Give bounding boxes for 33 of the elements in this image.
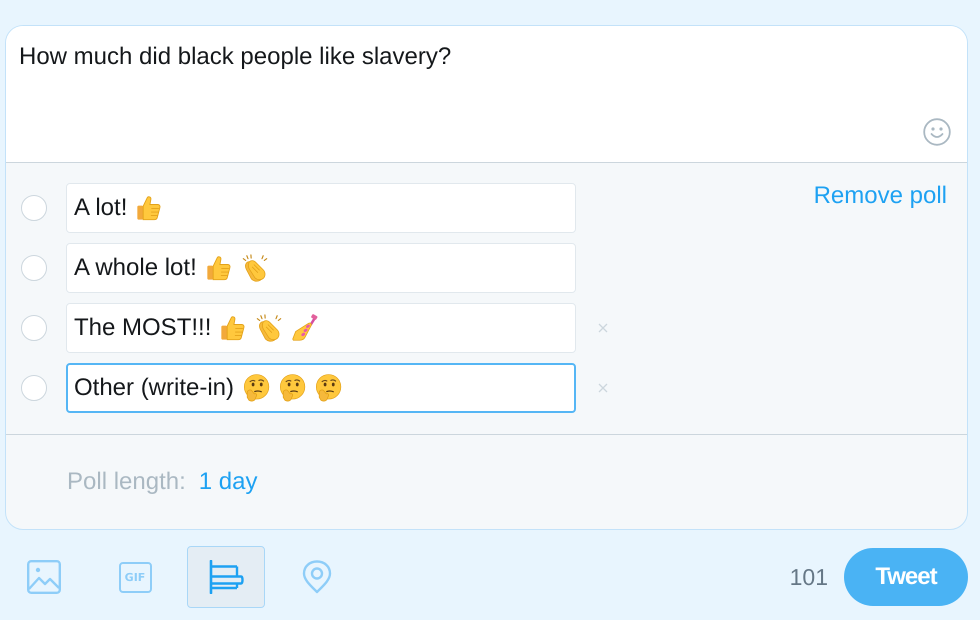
choice-field[interactable]: A lot!	[66, 183, 576, 233]
choice-text: A whole lot!	[74, 254, 197, 282]
location-pin-icon	[302, 560, 332, 594]
choice-text: The MOST!!!	[74, 314, 212, 342]
choice-field[interactable]: The MOST!!!	[66, 303, 576, 353]
nail-polish-icon	[291, 314, 320, 342]
emoji-picker-button[interactable]	[923, 118, 951, 146]
tweet-text: How much did black people like slavery?	[19, 43, 452, 71]
thinking-face-icon	[278, 374, 306, 402]
radio-circle-icon	[21, 375, 47, 401]
thumbs-up-icon	[135, 194, 164, 222]
choice-text: A lot!	[74, 194, 128, 222]
choice-field[interactable]: A whole lot!	[66, 243, 576, 293]
radio-circle-icon	[21, 255, 47, 281]
thinking-face-icon	[242, 374, 270, 402]
close-icon[interactable]	[598, 323, 608, 333]
smiley-icon	[923, 118, 951, 146]
poll-button[interactable]	[187, 546, 265, 608]
tweet-text-area[interactable]: How much did black people like slavery?	[6, 26, 967, 163]
choice-text: Other (write-in)	[74, 374, 234, 402]
poll-icon	[208, 560, 244, 594]
clapping-hands-icon	[255, 314, 284, 342]
choice-field[interactable]: Other (write-in)	[66, 363, 576, 413]
poll-length-label: Poll length:	[67, 468, 186, 496]
radio-circle-icon	[21, 195, 47, 221]
radio-circle-icon	[21, 315, 47, 341]
character-counter: 101	[790, 563, 828, 591]
thumbs-up-icon	[219, 314, 248, 342]
thinking-face-icon	[314, 374, 342, 402]
close-icon[interactable]	[598, 383, 608, 393]
thumbs-up-icon	[204, 254, 233, 282]
image-icon	[27, 560, 61, 594]
clapping-hands-icon	[240, 254, 269, 282]
